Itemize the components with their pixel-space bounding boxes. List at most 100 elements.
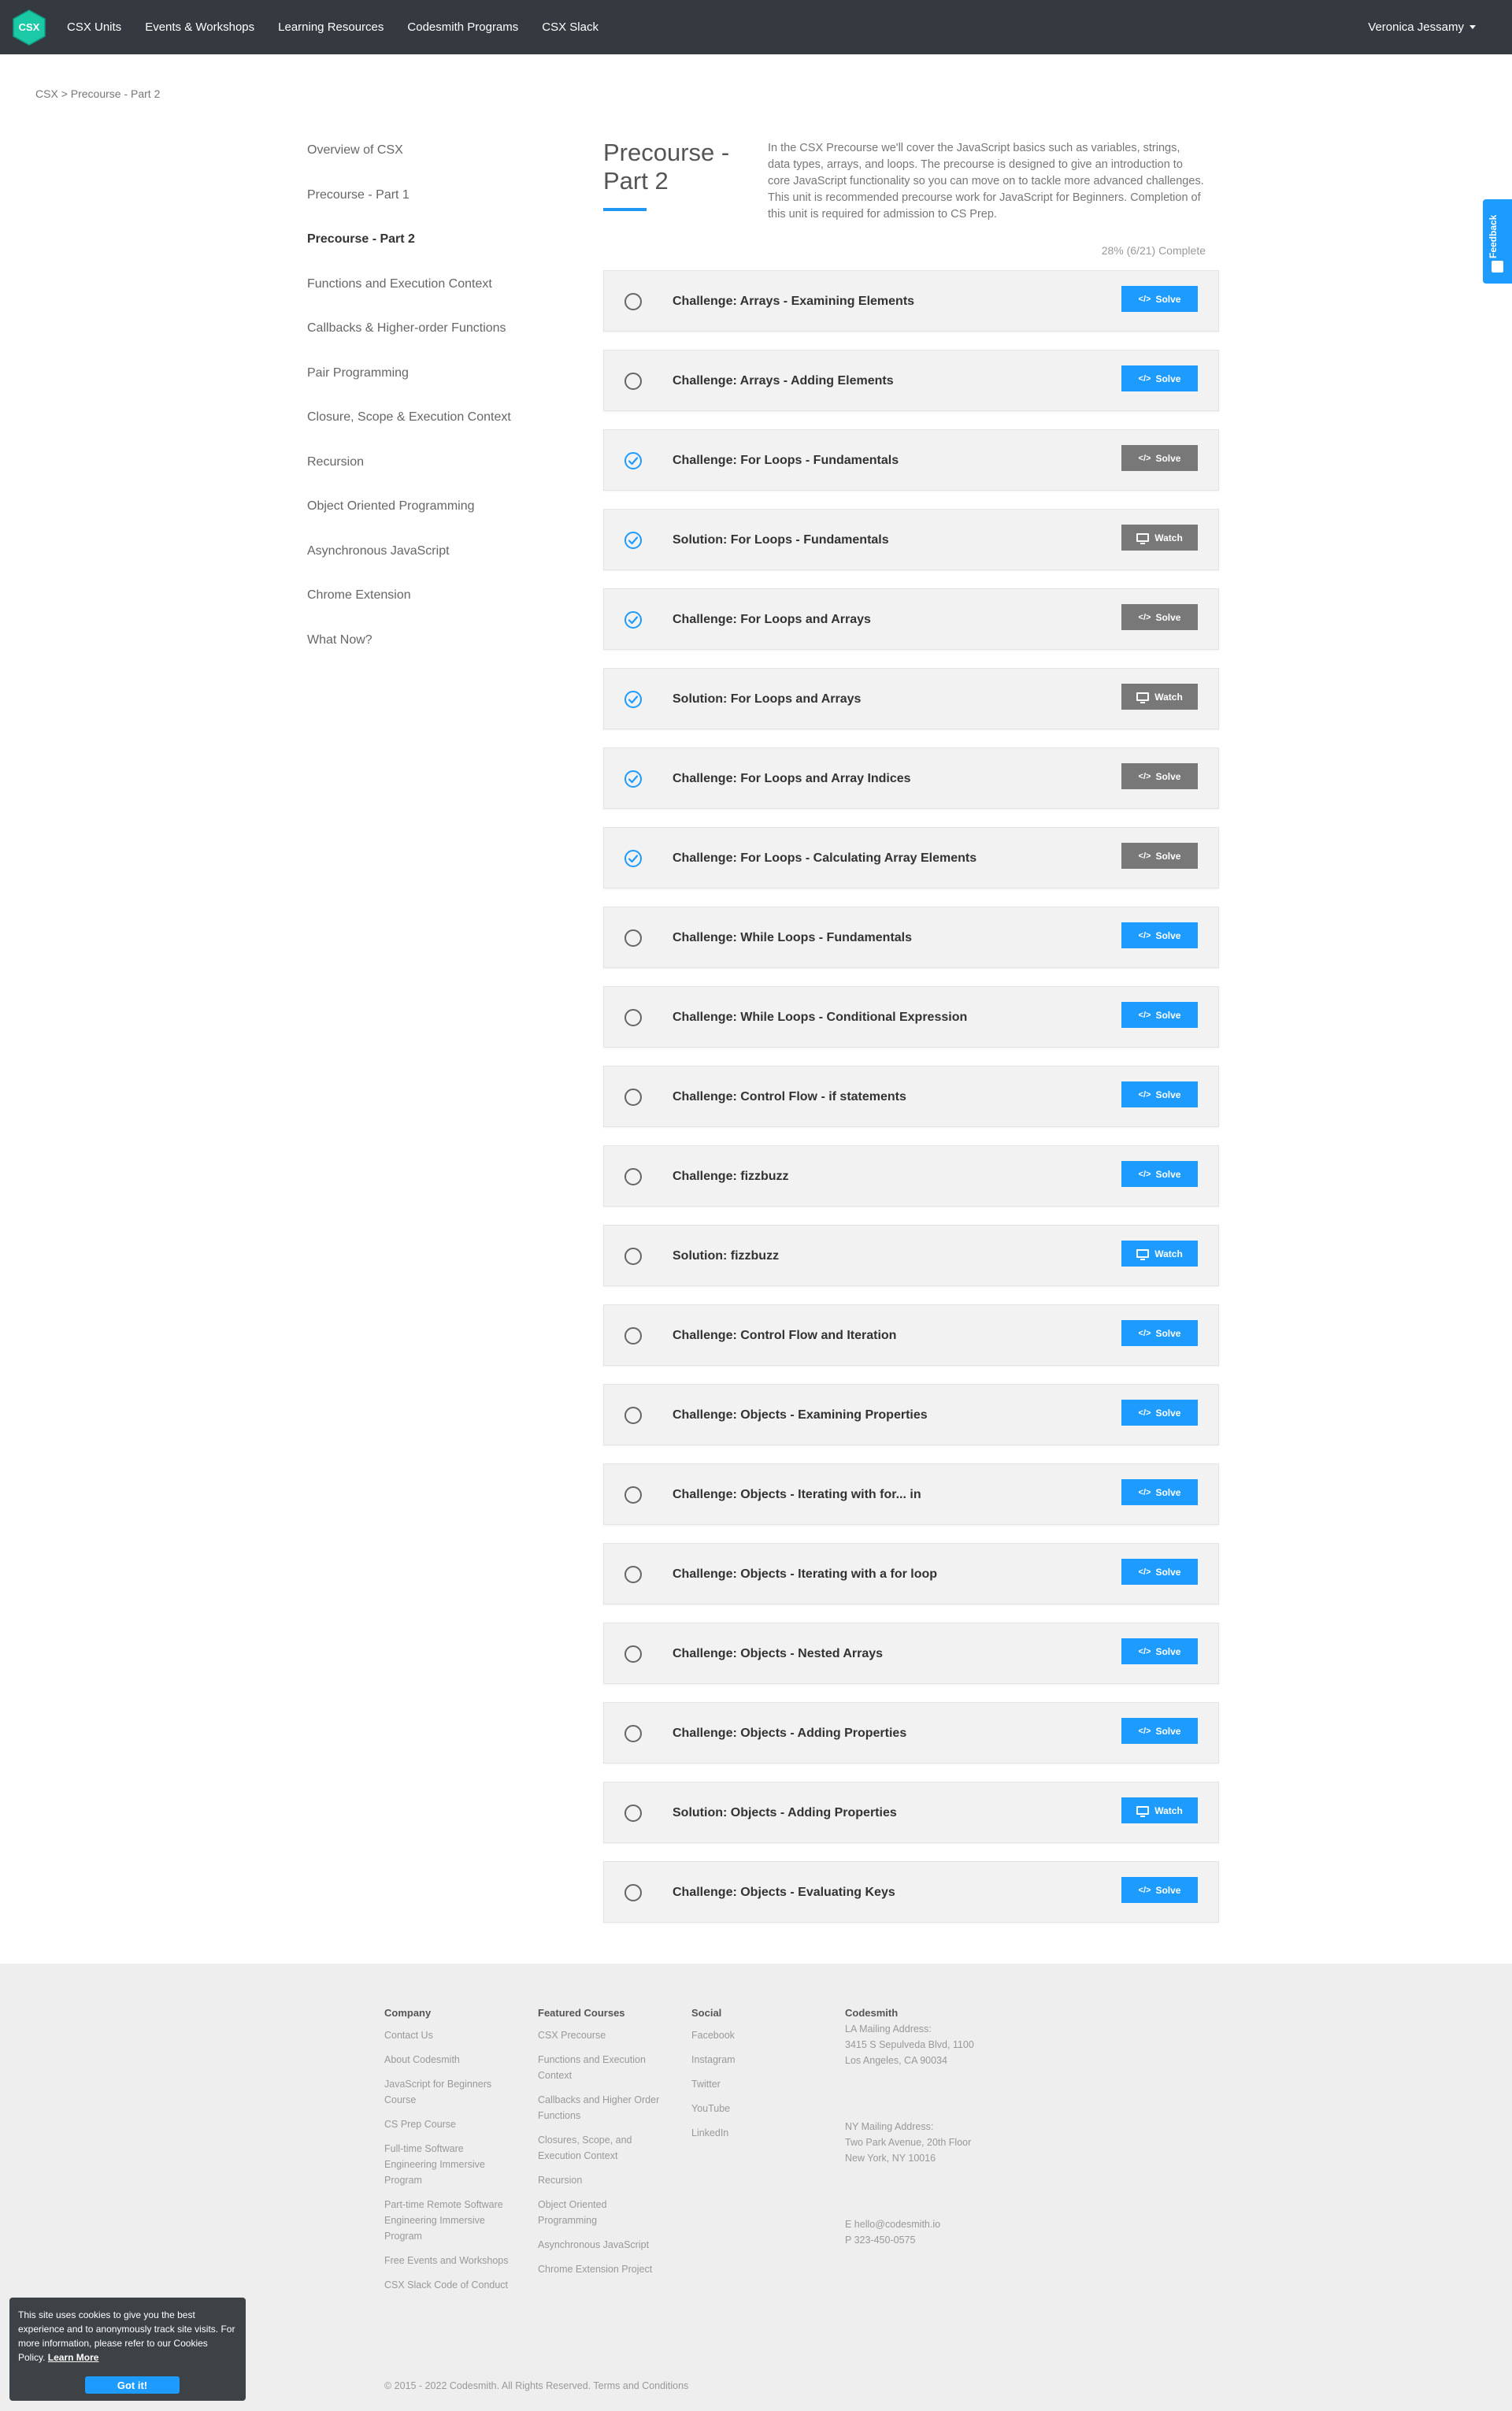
challenge-row[interactable]: Solution: fizzbuzz Watch: [603, 1225, 1219, 1286]
challenge-row[interactable]: Challenge: Objects - Iterating with a fo…: [603, 1543, 1219, 1604]
footer-email[interactable]: E hello@codesmith.io: [845, 2216, 1018, 2232]
footer-link[interactable]: CSX Precourse: [538, 2027, 668, 2043]
challenge-row[interactable]: Challenge: Arrays - Adding Elements </> So…: [603, 350, 1219, 411]
nav-item-codesmith-programs[interactable]: Codesmith Programs: [407, 20, 518, 34]
button-label: Watch: [1154, 1248, 1183, 1259]
sidebar-item[interactable]: Callbacks & Higher-order Functions: [307, 317, 567, 362]
user-menu[interactable]: Veronica Jessamy: [1368, 0, 1476, 54]
nav-item-learning-resources[interactable]: Learning Resources: [278, 20, 384, 34]
challenge-title: Challenge: Objects - Evaluating Keys: [673, 1886, 895, 1899]
challenge-row[interactable]: Challenge: Objects - Adding Properties </…: [603, 1702, 1219, 1764]
challenge-row[interactable]: Challenge: Objects - Iterating with for.…: [603, 1463, 1219, 1525]
footer-link[interactable]: Facebook: [691, 2027, 802, 2043]
sidebar-item[interactable]: What Now?: [307, 629, 567, 673]
challenge-row[interactable]: Challenge: Objects - Examining Propertie…: [603, 1384, 1219, 1445]
solve-button[interactable]: </> Solve: [1121, 1320, 1198, 1346]
breadcrumb-root[interactable]: CSX: [35, 87, 58, 100]
checkmark-circle-icon: [624, 451, 643, 470]
title-underline: [603, 208, 647, 211]
button-label: Solve: [1155, 1089, 1181, 1100]
sidebar-item[interactable]: Asynchronous JavaScript: [307, 540, 567, 584]
nav-item-csx-units[interactable]: CSX Units: [67, 20, 121, 34]
challenge-row[interactable]: Solution: For Loops - Fundamentals Watch: [603, 509, 1219, 570]
cookie-accept-button[interactable]: Got it!: [85, 2376, 180, 2394]
footer-link[interactable]: Twitter: [691, 2076, 802, 2092]
footer-link[interactable]: Part-time Remote Software Engineering Im…: [384, 2197, 510, 2244]
button-label: Solve: [1155, 373, 1181, 384]
solve-button[interactable]: </> Solve: [1121, 1479, 1198, 1505]
footer-link[interactable]: CS Prep Course: [384, 2116, 510, 2132]
watch-button[interactable]: Watch: [1121, 525, 1198, 551]
solve-button[interactable]: </> Solve: [1121, 1638, 1198, 1664]
footer-link[interactable]: LinkedIn: [691, 2125, 802, 2141]
challenge-row[interactable]: Challenge: For Loops and Array Indices </…: [603, 747, 1219, 809]
footer-link[interactable]: Functions and Execution Context: [538, 2052, 668, 2083]
solve-button[interactable]: </> Solve: [1121, 1400, 1198, 1426]
sidebar-item[interactable]: Overview of CSX: [307, 139, 567, 184]
footer-link[interactable]: CSX Slack Code of Conduct: [384, 2277, 510, 2293]
challenge-row[interactable]: Challenge: While Loops - Fundamentals </>…: [603, 907, 1219, 968]
solve-button[interactable]: </> Solve: [1121, 922, 1198, 948]
code-icon: </>: [1138, 1328, 1151, 1338]
sidebar-item[interactable]: Precourse - Part 2: [307, 228, 567, 273]
challenge-row[interactable]: Challenge: Arrays - Examining Elements </…: [603, 270, 1219, 332]
footer-link[interactable]: Asynchronous JavaScript: [538, 2237, 668, 2253]
footer-link[interactable]: Contact Us: [384, 2027, 510, 2043]
feedback-tab[interactable]: Feedback: [1483, 199, 1512, 284]
solve-button[interactable]: </> Solve: [1121, 286, 1198, 312]
code-icon: </>: [1138, 1169, 1151, 1179]
footer-link[interactable]: Chrome Extension Project: [538, 2261, 668, 2277]
watch-button[interactable]: Watch: [1121, 1241, 1198, 1267]
footer-link[interactable]: Callbacks and Higher Order Functions: [538, 2092, 668, 2124]
challenge-row[interactable]: Challenge: Objects - Nested Arrays </> Sol…: [603, 1623, 1219, 1684]
cookie-learn-more-link[interactable]: Learn More: [48, 2352, 99, 2363]
footer-link[interactable]: Recursion: [538, 2172, 668, 2188]
footer-link[interactable]: Full-time Software Engineering Immersive…: [384, 2141, 510, 2188]
sidebar-item[interactable]: Pair Programming: [307, 362, 567, 406]
footer-phone: P 323-450-0575: [845, 2235, 916, 2246]
solve-button[interactable]: </> Solve: [1121, 604, 1198, 630]
nav-item-events[interactable]: Events & Workshops: [145, 20, 254, 34]
solve-button[interactable]: </> Solve: [1121, 1161, 1198, 1187]
solve-button[interactable]: </> Solve: [1121, 1002, 1198, 1028]
sidebar-item[interactable]: Functions and Execution Context: [307, 273, 567, 317]
solve-button[interactable]: </> Solve: [1121, 365, 1198, 391]
solve-button[interactable]: </> Solve: [1121, 843, 1198, 869]
sidebar-item[interactable]: Closure, Scope & Execution Context: [307, 406, 567, 451]
footer-link[interactable]: Closures, Scope, and Execution Context: [538, 2132, 668, 2164]
footer-link[interactable]: Instagram: [691, 2052, 802, 2068]
sidebar-item[interactable]: Object Oriented Programming: [307, 495, 567, 540]
csx-logo-icon[interactable]: CSX: [13, 9, 46, 46]
footer-link[interactable]: YouTube: [691, 2101, 802, 2116]
solve-button[interactable]: </> Solve: [1121, 1559, 1198, 1585]
footer-link[interactable]: Object Oriented Programming: [538, 2197, 668, 2228]
solve-button[interactable]: </> Solve: [1121, 1718, 1198, 1744]
challenge-row[interactable]: Challenge: fizzbuzz </> Solve: [603, 1145, 1219, 1207]
challenge-row[interactable]: Challenge: For Loops - Fundamentals </> So…: [603, 429, 1219, 491]
terms-link[interactable]: Terms and Conditions: [593, 2380, 688, 2391]
solve-button[interactable]: </> Solve: [1121, 1081, 1198, 1107]
footer-link[interactable]: About Codesmith: [384, 2052, 510, 2068]
button-label: Solve: [1155, 770, 1181, 782]
sidebar-item[interactable]: Precourse - Part 1: [307, 184, 567, 228]
challenge-row[interactable]: Challenge: While Loops - Conditional Exp…: [603, 986, 1219, 1048]
challenge-row[interactable]: Challenge: Control Flow - if statements <…: [603, 1066, 1219, 1127]
challenge-row[interactable]: Solution: Objects - Adding Properties Wat…: [603, 1782, 1219, 1843]
solve-button[interactable]: </> Solve: [1121, 1877, 1198, 1903]
challenge-row[interactable]: Challenge: Control Flow and Iteration </>…: [603, 1304, 1219, 1366]
sidebar-item[interactable]: Recursion: [307, 451, 567, 495]
sidebar-item[interactable]: Chrome Extension: [307, 584, 567, 629]
solve-button[interactable]: </> Solve: [1121, 445, 1198, 471]
watch-button[interactable]: Watch: [1121, 1797, 1198, 1823]
footer-link[interactable]: Free Events and Workshops: [384, 2253, 510, 2268]
footer-link[interactable]: JavaScript for Beginners Course: [384, 2076, 510, 2108]
nav-item-csx-slack[interactable]: CSX Slack: [542, 20, 598, 34]
monitor-icon: [1136, 1249, 1150, 1260]
button-label: Solve: [1155, 1884, 1181, 1896]
challenge-row[interactable]: Challenge: For Loops - Calculating Array…: [603, 827, 1219, 888]
challenge-row[interactable]: Challenge: Objects - Evaluating Keys </> S…: [603, 1861, 1219, 1923]
challenge-row[interactable]: Solution: For Loops and Arrays Watch: [603, 668, 1219, 729]
solve-button[interactable]: </> Solve: [1121, 763, 1198, 789]
watch-button[interactable]: Watch: [1121, 684, 1198, 710]
challenge-row[interactable]: Challenge: For Loops and Arrays </> Solve: [603, 588, 1219, 650]
